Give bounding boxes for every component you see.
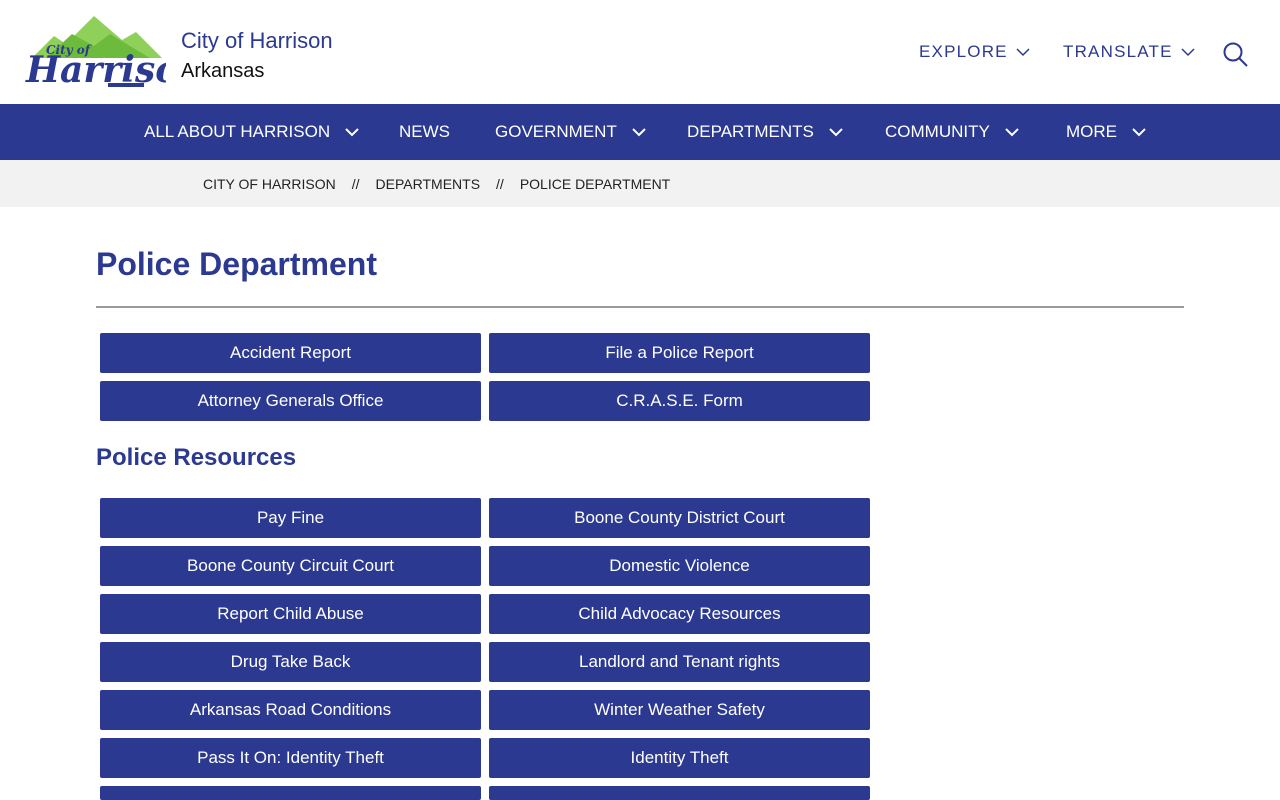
chevron-down-icon [632, 128, 646, 137]
nav-item-news[interactable]: NEWS [399, 104, 450, 160]
winter-weather-button[interactable]: Winter Weather Safety [489, 690, 870, 730]
nav-item-label: COMMUNITY [885, 122, 990, 141]
explore-label: EXPLORE [919, 42, 1008, 61]
site-name[interactable]: City of Harrison Arkansas [181, 28, 333, 84]
site-header: City of Harrison City of Harrison Arkans… [0, 0, 1280, 104]
nav-item-more[interactable]: MORE [1066, 104, 1147, 160]
site-state: Arkansas [181, 60, 265, 82]
accident-report-button[interactable]: Accident Report [100, 333, 481, 373]
main-nav: ALL ABOUT HARRISON NEWS GOVERNMENT DEPAR… [0, 104, 1280, 160]
search-button[interactable] [1222, 41, 1248, 67]
report-child-abuse-button[interactable]: Report Child Abuse [100, 594, 481, 634]
breadcrumb-separator: // [351, 175, 360, 192]
page-title: Police Department [96, 246, 377, 282]
title-divider [96, 306, 1184, 308]
nav-item-departments[interactable]: DEPARTMENTS [687, 104, 844, 160]
nav-item-label: ALL ABOUT HARRISON [144, 122, 331, 141]
city-logo[interactable]: City of Harrison [24, 14, 205, 91]
chevron-down-icon [345, 128, 359, 137]
nav-item-label: MORE [1066, 122, 1117, 141]
breadcrumb: CITY OF HARRISON // DEPARTMENTS // POLIC… [203, 160, 670, 207]
resource-button-partial[interactable] [489, 786, 870, 800]
file-police-report-button[interactable]: File a Police Report [489, 333, 870, 373]
breadcrumb-bar: CITY OF HARRISON // DEPARTMENTS // POLIC… [0, 160, 1280, 207]
nav-item-label: DEPARTMENTS [687, 122, 814, 141]
chevron-down-icon [1181, 48, 1195, 57]
translate-menu[interactable]: TRANSLATE [1063, 42, 1195, 62]
chevron-down-icon [1132, 128, 1146, 137]
breadcrumb-current: POLICE DEPARTMENT [519, 175, 671, 192]
search-icon [1223, 42, 1248, 67]
site-city: City of Harrison [181, 28, 333, 53]
circuit-court-button[interactable]: Boone County Circuit Court [100, 546, 481, 586]
breadcrumb-link-departments[interactable]: DEPARTMENTS [376, 176, 481, 192]
identity-theft-button[interactable]: Identity Theft [489, 738, 870, 778]
chevron-down-icon [829, 128, 843, 137]
pass-it-on-identity-theft-button[interactable]: Pass It On: Identity Theft [100, 738, 481, 778]
section-title-police-resources: Police Resources [96, 444, 297, 471]
breadcrumb-link-home[interactable]: CITY OF HARRISON [203, 176, 336, 192]
svg-text:Harrison: Harrison [25, 49, 166, 90]
road-conditions-button[interactable]: Arkansas Road Conditions [100, 690, 481, 730]
crase-form-button[interactable]: C.R.A.S.E. Form [489, 381, 870, 421]
pay-fine-button[interactable]: Pay Fine [100, 498, 481, 538]
nav-item-label: NEWS [399, 122, 450, 141]
domestic-violence-button[interactable]: Domestic Violence [489, 546, 870, 586]
breadcrumb-separator: // [496, 175, 504, 192]
attorney-generals-office-button[interactable]: Attorney Generals Office [100, 381, 481, 421]
district-court-button[interactable]: Boone County District Court [489, 498, 870, 538]
child-advocacy-button[interactable]: Child Advocacy Resources [489, 594, 870, 634]
landlord-tenant-button[interactable]: Landlord and Tenant rights [489, 642, 870, 682]
nav-item-label: GOVERNMENT [495, 122, 617, 141]
chevron-down-icon [1005, 128, 1019, 137]
resource-button-partial[interactable] [100, 786, 481, 800]
city-logo-graphic: City of Harrison [25, 16, 205, 91]
explore-menu[interactable]: EXPLORE [919, 42, 1030, 62]
nav-item-community[interactable]: COMMUNITY [885, 104, 1020, 160]
drug-take-back-button[interactable]: Drug Take Back [100, 642, 481, 682]
chevron-down-icon [1016, 48, 1030, 57]
nav-item-all-about-harrison[interactable]: ALL ABOUT HARRISON [144, 104, 360, 160]
translate-label: TRANSLATE [1063, 42, 1173, 61]
nav-item-government[interactable]: GOVERNMENT [495, 104, 647, 160]
